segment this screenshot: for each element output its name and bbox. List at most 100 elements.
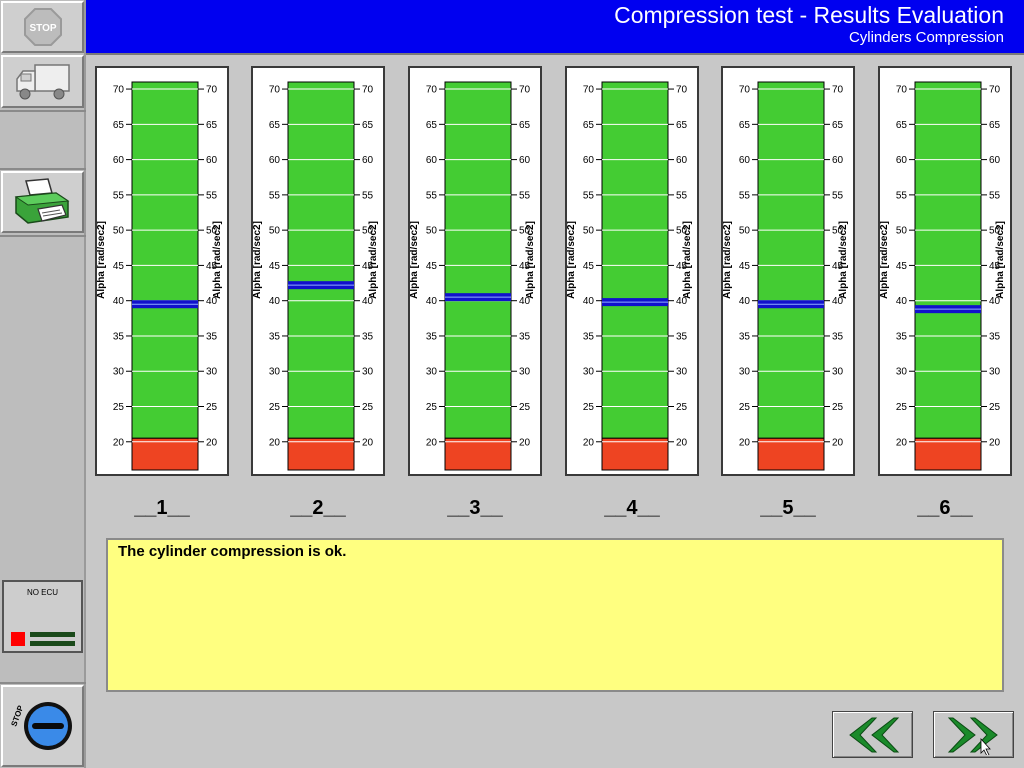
tick-label: 35 [362,331,374,342]
fail-zone [757,437,825,471]
tick-label: 50 [269,226,281,237]
tick-label: 20 [269,437,281,448]
ecu-status-label: NO ECU [26,588,59,597]
gauge-plot: 20 2025 2530 3035 3540 4045 4550 5055 5560 6065 65… [410,81,536,471]
tick-label: 25 [519,402,531,413]
tick-label: 30 [989,367,1001,378]
tick-label: 55 [206,190,218,201]
tick-label: 30 [519,367,531,378]
emergency-stop-button[interactable]: STOP [1,685,84,767]
tick-label: 25 [362,402,374,413]
tick-label: 25 [989,402,1001,413]
tick-label: 35 [896,331,908,342]
tick-label: 60 [206,155,218,166]
gauge-plot: 20 2025 2530 3035 3540 4045 4550 5055 5560 6065 65… [97,81,223,471]
cylinder-label: __2__ [290,497,346,519]
cylinder-gauge: 20 20 25 25 30 30 35 35 40 40 45 45 50 50 55 55 60 60 65 65… [95,66,229,476]
tick-label: 30 [362,367,374,378]
axis-label: Alpha [rad/sec2] [253,221,263,299]
ecu-status-panel: NO ECU [2,580,83,653]
tick-label: 65 [583,120,595,131]
axis-label: Alpha [rad/sec2] [682,221,693,299]
tick-label: 70 [113,85,125,96]
tick-label: 55 [362,190,374,201]
tick-label: 35 [739,331,751,342]
double-chevron-right-icon [947,717,998,755]
result-message: The cylinder compression is ok. [118,543,347,560]
tick-label: 55 [739,190,751,201]
tick-label: 65 [269,120,281,131]
tick-label: 35 [519,331,531,342]
stop-button[interactable]: STOP [1,1,84,53]
tick-label: 35 [676,331,688,342]
tick-label: 45 [113,261,125,272]
svg-text:STOP: STOP [29,23,56,34]
tick-label: 60 [583,155,595,166]
vehicle-button[interactable] [1,55,84,108]
tick-label: 55 [896,190,908,201]
tick-label: 55 [269,190,281,201]
tick-label: 45 [269,261,281,272]
cylinder-label: __4__ [604,497,660,519]
tick-label: 55 [989,190,1001,201]
tick-label: 55 [519,190,531,201]
ok-zone [444,81,512,439]
sidebar-divider [0,168,86,170]
tick-label: 70 [676,85,688,96]
tick-label: 45 [896,261,908,272]
back-button[interactable] [832,711,913,758]
print-button[interactable] [1,171,84,233]
tick-label: 70 [739,85,751,96]
fail-zone [287,437,355,471]
axis-label: Alpha [rad/sec2] [410,221,420,299]
next-button[interactable] [933,711,1014,758]
printer-icon [14,178,69,224]
tick-label: 55 [583,190,595,201]
tick-label: 65 [519,120,531,131]
tick-label: 35 [583,331,595,342]
tick-label: 40 [269,296,281,307]
tick-label: 25 [206,402,218,413]
cylinder-gauge: 20 20 25 25 30 30 35 35 40 40 45 45 50 50 55 55 60 60 65 65… [878,66,1012,476]
tick-label: 20 [206,437,218,448]
cylinder-label: __5__ [760,497,816,519]
tick-label: 70 [583,85,595,96]
tick-label: 20 [519,437,531,448]
axis-label: Alpha [rad/sec2] [880,221,890,299]
sidebar: STOP NO ECU STOP [0,0,86,768]
tick-label: 25 [676,402,688,413]
tick-label: 20 [989,437,1001,448]
tick-label: 30 [269,367,281,378]
tick-label: 30 [206,367,218,378]
tick-label: 50 [583,226,595,237]
tick-label: 40 [113,296,125,307]
cylinder-gauge: 20 20 25 25 30 30 35 35 40 40 45 45 50 50 55 55 60 60 65 65… [408,66,542,476]
axis-label: Alpha [rad/sec2] [567,221,577,299]
fail-zone [914,437,982,471]
tick-label: 40 [739,296,751,307]
gauge-plot: 20 2025 2530 3035 3540 4045 4550 5055 5560 6065 65… [567,81,693,471]
page-subtitle: Cylinders Compression [848,29,1004,46]
gauge-plot: 20 2025 2530 3035 3540 4045 4550 5055 5560 6065 65… [880,81,1006,471]
tick-label: 70 [519,85,531,96]
axis-label: Alpha [rad/sec2] [838,221,849,299]
ecu-signal-bar [30,641,75,646]
tick-label: 50 [896,226,908,237]
tick-label: 55 [676,190,688,201]
stop-icon: STOP [23,8,62,46]
stop-knob-icon: STOP [9,702,72,750]
ecu-signal-bar [30,632,75,637]
tick-label: 30 [832,367,844,378]
tick-label: 60 [426,155,438,166]
ok-zone [914,81,982,439]
tick-label: 60 [269,155,281,166]
tick-label: 50 [426,226,438,237]
tick-label: 60 [832,155,844,166]
tick-label: 65 [206,120,218,131]
tick-label: 25 [426,402,438,413]
axis-label: Alpha [rad/sec2] [525,221,536,299]
svg-text:STOP: STOP [9,704,25,728]
tick-label: 70 [896,85,908,96]
tick-label: 35 [832,331,844,342]
tick-label: 70 [989,85,1001,96]
